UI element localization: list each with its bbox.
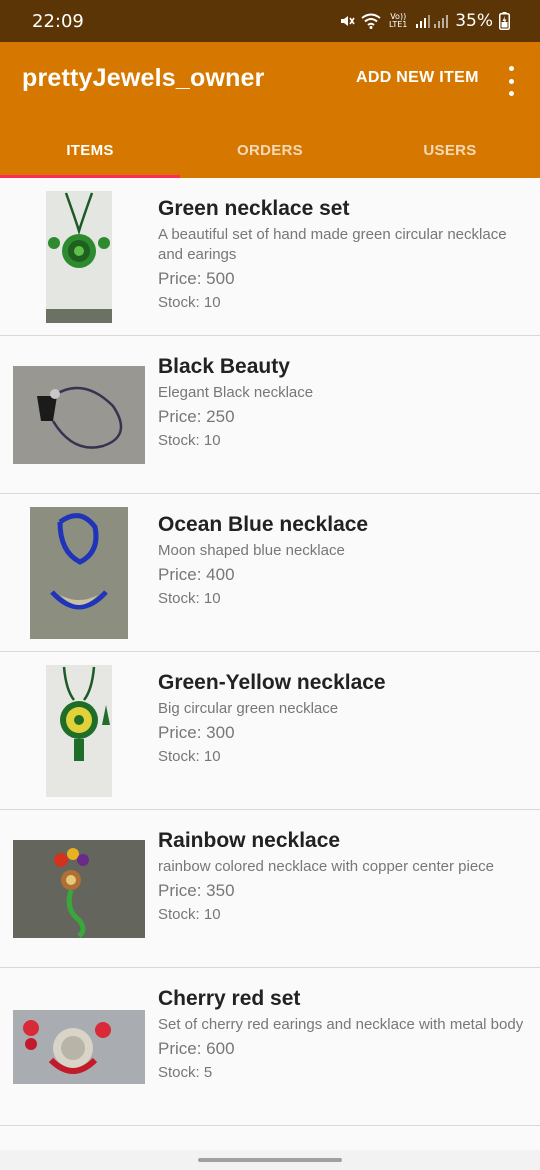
item-details: Rainbow necklace rainbow colored necklac… (158, 828, 528, 925)
app-title: prettyJewels_owner (22, 64, 265, 92)
items-list: Green necklace set A beautiful set of ha… (0, 178, 540, 1126)
item-image (13, 366, 145, 464)
list-item[interactable]: Green-Yellow necklace Big circular green… (0, 652, 540, 810)
status-time: 22:09 (32, 10, 84, 32)
list-item[interactable]: Ocean Blue necklace Moon shaped blue nec… (0, 494, 540, 652)
item-price: Price: 300 (158, 723, 235, 742)
tab-items[interactable]: ITEMS (0, 122, 180, 178)
item-description: Big circular green necklace (158, 700, 339, 717)
item-image (13, 840, 145, 938)
item-name: Cherry red set (158, 987, 301, 1010)
item-image (13, 1010, 145, 1084)
status-bar: 22:09 Vo)) LTE1 35% (0, 0, 540, 42)
item-image (30, 507, 128, 639)
mute-icon (339, 13, 355, 29)
status-icons: Vo)) LTE1 35% (339, 11, 510, 31)
item-name: Black Beauty (158, 355, 290, 378)
item-image (46, 191, 112, 323)
item-stock: Stock: 10 (158, 294, 221, 311)
item-details: Green necklace set A beautiful set of ha… (158, 196, 528, 313)
list-item[interactable]: Cherry red set Set of cherry red earings… (0, 968, 540, 1126)
tab-bar: ITEMS ORDERS USERS (0, 122, 540, 178)
add-new-item-button[interactable]: ADD NEW ITEM (356, 69, 479, 87)
item-name: Rainbow necklace (158, 829, 341, 852)
item-description: Moon shaped blue necklace (158, 542, 345, 559)
item-description: rainbow colored necklace with copper cen… (158, 858, 495, 875)
item-stock: Stock: 5 (158, 1064, 213, 1081)
tab-orders[interactable]: ORDERS (180, 122, 360, 178)
item-price: Price: 600 (158, 1039, 235, 1058)
list-item[interactable]: Rainbow necklace rainbow colored necklac… (0, 810, 540, 968)
tab-items-label: ITEMS (66, 141, 114, 159)
item-details: Cherry red set Set of cherry red earings… (158, 986, 528, 1083)
app-bar: prettyJewels_owner ADD NEW ITEM ITEMS OR… (0, 42, 540, 178)
tab-users[interactable]: USERS (360, 122, 540, 178)
item-description: Elegant Black necklace (158, 384, 314, 401)
list-item[interactable]: Green necklace set A beautiful set of ha… (0, 178, 540, 336)
item-stock: Stock: 10 (158, 748, 221, 765)
app-screen: 22:09 Vo)) LTE1 35% prettyJewels_owner A… (0, 0, 540, 1170)
item-details: Ocean Blue necklace Moon shaped blue nec… (158, 512, 528, 609)
item-description: A beautiful set of hand made green circu… (158, 226, 507, 263)
overflow-menu-icon[interactable] (500, 66, 522, 96)
item-price: Price: 250 (158, 407, 235, 426)
item-name: Green necklace set (158, 197, 350, 220)
item-price: Price: 500 (158, 269, 235, 288)
item-price: Price: 350 (158, 881, 235, 900)
battery-icon (499, 12, 510, 30)
item-stock: Stock: 10 (158, 590, 221, 607)
wifi-icon (361, 13, 381, 29)
item-image (46, 665, 112, 797)
battery-percent: 35% (455, 11, 493, 31)
item-name: Ocean Blue necklace (158, 513, 369, 536)
item-price: Price: 400 (158, 565, 235, 584)
item-stock: Stock: 10 (158, 432, 221, 449)
item-details: Black Beauty Elegant Black necklace Pric… (158, 354, 528, 451)
home-gesture-handle[interactable] (198, 1158, 342, 1162)
list-item[interactable]: Black Beauty Elegant Black necklace Pric… (0, 336, 540, 494)
navigation-bar (0, 1150, 540, 1170)
tab-orders-label: ORDERS (237, 141, 303, 159)
item-description: Set of cherry red earings and necklace w… (158, 1016, 524, 1033)
item-stock: Stock: 10 (158, 906, 221, 923)
item-details: Green-Yellow necklace Big circular green… (158, 670, 528, 767)
volte-label: Vo)) LTE1 (389, 12, 408, 29)
tab-users-label: USERS (423, 141, 477, 159)
signal-icon (415, 13, 449, 29)
item-name: Green-Yellow necklace (158, 671, 386, 694)
